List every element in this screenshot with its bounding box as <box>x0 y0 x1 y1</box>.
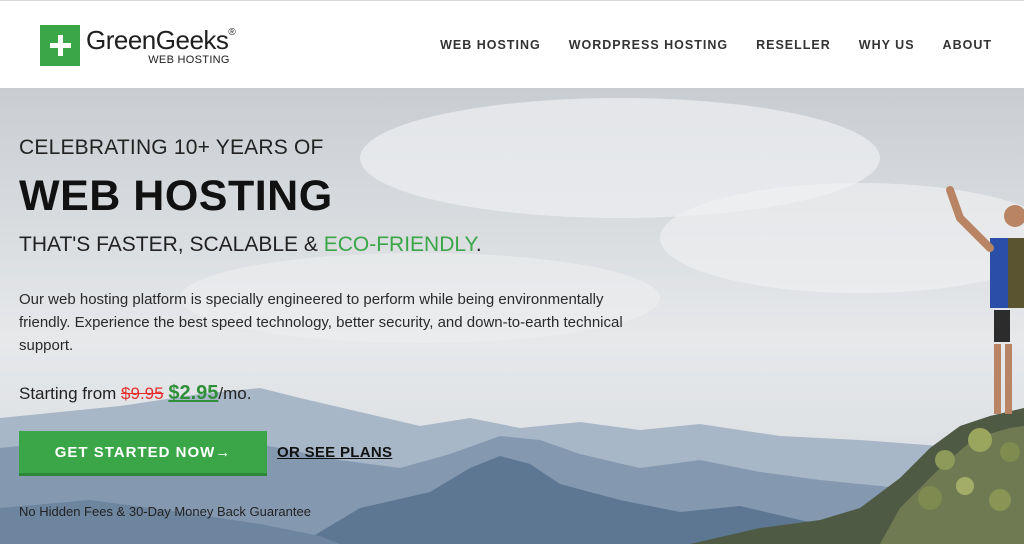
tagline-highlight: ECO-FRIENDLY <box>323 233 476 256</box>
new-price: $2.95 <box>168 382 219 404</box>
nav-web-hosting[interactable]: WEB HOSTING <box>440 38 541 52</box>
site-header: GreenGeeks® WEB HOSTING WEB HOSTING WORD… <box>0 0 1024 88</box>
pricing-line: Starting from $9.95 $2.95/mo. <box>19 382 251 405</box>
registered-mark: ® <box>228 27 236 38</box>
price-suffix: /mo. <box>218 384 252 403</box>
guarantee-text: No Hidden Fees & 30-Day Money Back Guara… <box>19 504 311 519</box>
greengeeks-logo[interactable]: GreenGeeks® WEB HOSTING <box>40 25 236 66</box>
hero-eyebrow: CELEBRATING 10+ YEARS OF <box>19 136 324 159</box>
price-prefix: Starting from <box>19 384 122 403</box>
old-price: $9.95 <box>121 384 164 403</box>
plus-icon <box>40 25 80 66</box>
tagline-suffix: . <box>475 233 482 256</box>
get-started-button[interactable]: GET STARTED NOW→ <box>19 431 267 476</box>
hero-headline: WEB HOSTING <box>19 172 333 220</box>
nav-why-us[interactable]: WHY US <box>859 38 915 52</box>
logo-name: GreenGeeks <box>86 25 229 55</box>
nav-reseller[interactable]: RESELLER <box>756 38 831 52</box>
nav-wordpress-hosting[interactable]: WORDPRESS HOSTING <box>569 38 728 52</box>
main-nav: WEB HOSTING WORDPRESS HOSTING RESELLER W… <box>412 38 992 52</box>
see-plans-link[interactable]: OR SEE PLANS <box>277 444 392 461</box>
hero-tagline: THAT'S FASTER, SCALABLE & ECO-FRIENDLY. <box>19 233 482 257</box>
hero-description: Our web hosting platform is specially en… <box>19 291 623 354</box>
tagline-prefix: THAT'S FASTER, SCALABLE & <box>19 233 324 256</box>
logo-wordmark: GreenGeeks® WEB HOSTING <box>86 25 236 66</box>
logo-subtitle: WEB HOSTING <box>148 54 230 66</box>
hero-section: CELEBRATING 10+ YEARS OF WEB HOSTING THA… <box>0 88 1024 544</box>
nav-about[interactable]: ABOUT <box>943 38 992 52</box>
